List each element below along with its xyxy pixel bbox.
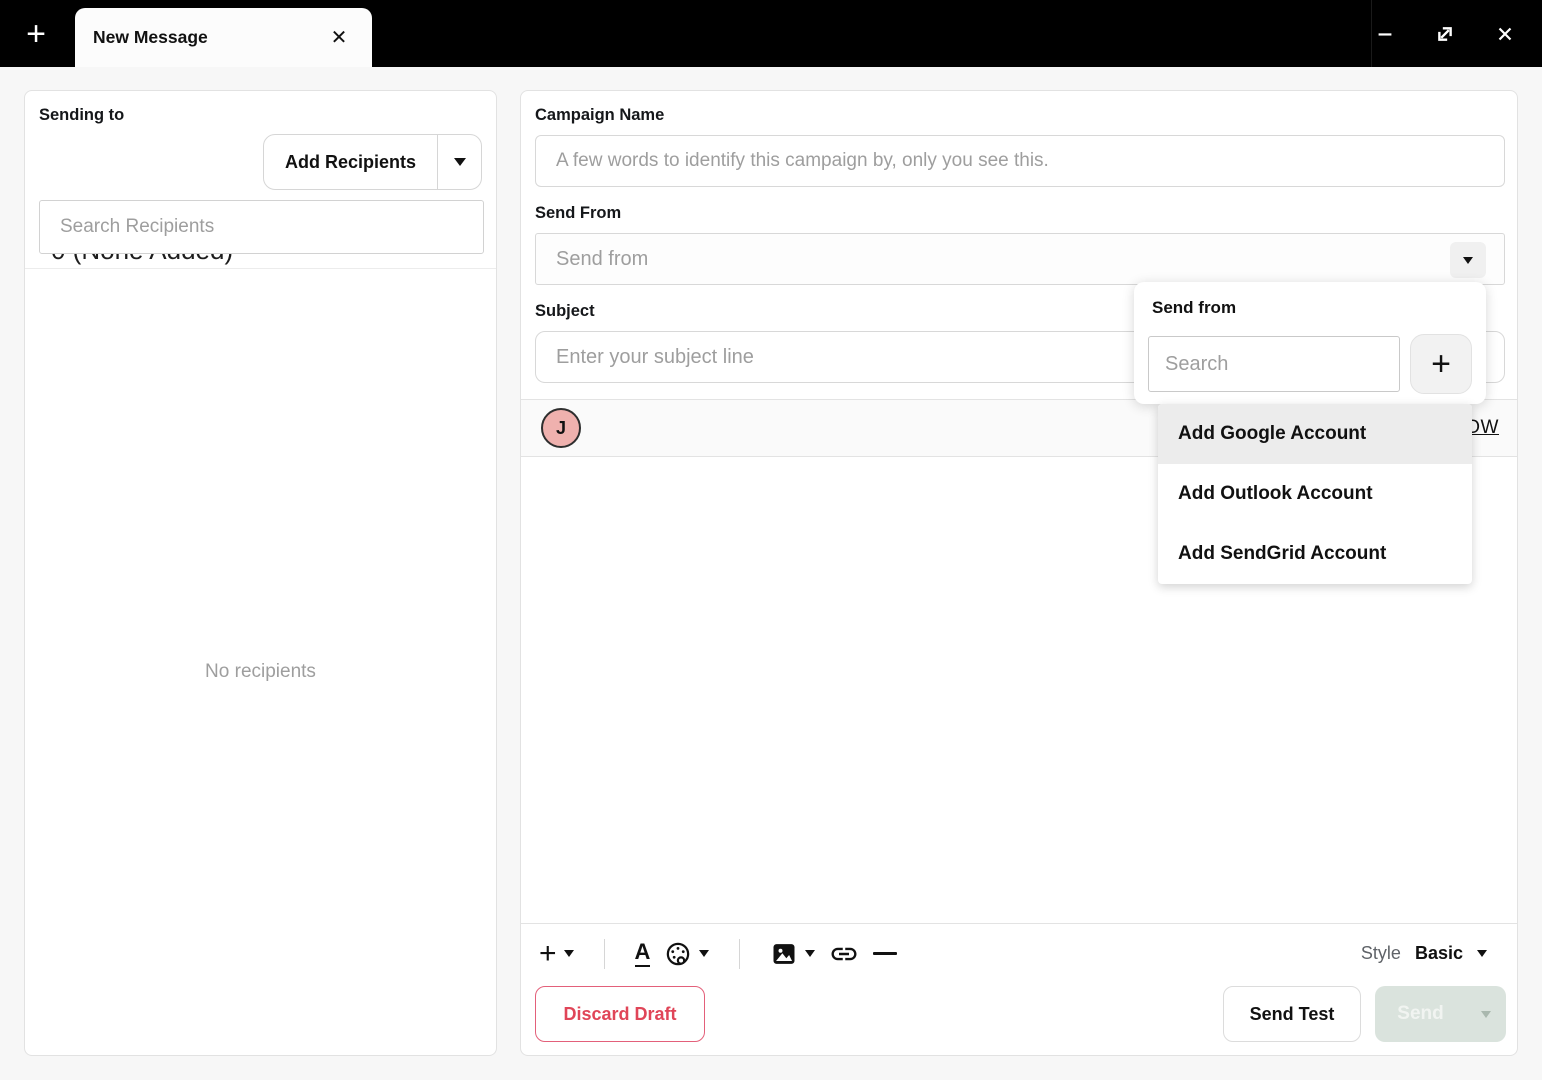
close-icon: [1498, 27, 1512, 40]
send-button-label: Send: [1397, 1003, 1444, 1024]
add-recipients-label: Add Recipients: [284, 151, 417, 172]
plus-icon: +: [26, 14, 46, 53]
chevron-down-icon: [1477, 950, 1487, 957]
color-palette-button[interactable]: [664, 940, 710, 968]
horizontal-rule-icon: [873, 952, 898, 955]
campaign-name-input[interactable]: [535, 135, 1505, 187]
minimize-icon: [1378, 32, 1392, 36]
menu-item-add-outlook-account[interactable]: Add Outlook Account: [1158, 464, 1472, 524]
add-recipients-dropdown[interactable]: [437, 135, 481, 189]
avatar[interactable]: J: [541, 408, 581, 448]
recipients-panel: Sending to 0 (None Added) Add Recipients…: [24, 90, 497, 1056]
close-icon: ✕: [330, 27, 348, 49]
toolbar-divider: [739, 938, 741, 969]
search-recipients-input[interactable]: [39, 200, 484, 254]
editor-toolbar: + A Style Basic: [521, 923, 1517, 983]
send-options-button[interactable]: [1466, 1010, 1506, 1018]
send-from-popover: Send from +: [1134, 282, 1486, 404]
plus-icon: +: [1431, 344, 1451, 383]
campaign-name-label: Campaign Name: [535, 106, 665, 124]
chevron-down-icon: [563, 950, 574, 957]
maximize-button[interactable]: [1426, 15, 1464, 53]
insert-link-button[interactable]: [829, 939, 859, 969]
send-test-button[interactable]: Send Test: [1223, 986, 1361, 1042]
discard-draft-button[interactable]: Discard Draft: [535, 986, 705, 1042]
panel-divider: [25, 268, 496, 269]
insert-button[interactable]: +: [539, 936, 574, 970]
menu-item-add-sendgrid-account[interactable]: Add SendGrid Account: [1158, 524, 1472, 584]
send-button[interactable]: Send: [1375, 986, 1506, 1042]
link-icon: [831, 947, 857, 960]
insert-image-button[interactable]: [770, 940, 816, 968]
insert-divider-button[interactable]: [873, 952, 898, 955]
tab-close-button[interactable]: ✕: [324, 23, 354, 53]
style-selector[interactable]: Style Basic: [1361, 943, 1487, 964]
send-from-label: Send From: [535, 204, 622, 222]
add-account-button[interactable]: +: [1410, 334, 1472, 394]
plus-icon: +: [539, 936, 557, 970]
tab-title: New Message: [93, 27, 208, 47]
chevron-down-icon: [1463, 256, 1473, 264]
style-value: Basic: [1414, 943, 1463, 963]
toolbar-divider: [603, 938, 605, 969]
send-from-placeholder: Send from: [556, 247, 649, 270]
style-label: Style: [1360, 943, 1401, 963]
palette-icon: [667, 942, 690, 965]
chevron-down-icon: [805, 950, 816, 957]
chevron-down-icon: [699, 950, 710, 957]
send-from-field[interactable]: Send from: [535, 233, 1505, 285]
subject-label: Subject: [535, 302, 595, 320]
window-titlebar: + New Message ✕: [0, 0, 1542, 67]
tab-new-message[interactable]: New Message ✕: [75, 8, 372, 67]
sending-to-label: Sending to: [39, 106, 125, 124]
minimize-button[interactable]: [1366, 15, 1404, 53]
new-tab-button[interactable]: +: [14, 12, 58, 56]
menu-item-add-google-account[interactable]: Add Google Account: [1158, 404, 1472, 464]
add-account-menu: Add Google Account Add Outlook Account A…: [1158, 404, 1472, 584]
expand-icon: [1438, 26, 1452, 41]
chevron-down-icon: [1481, 1010, 1491, 1018]
text-format-button[interactable]: A: [634, 940, 651, 967]
no-recipients-text: No recipients: [205, 661, 316, 682]
text-format-icon: A: [634, 940, 651, 967]
image-icon: [773, 943, 795, 964]
chevron-down-icon: [453, 158, 466, 166]
send-from-search-input[interactable]: [1148, 336, 1400, 392]
send-from-dropdown-button[interactable]: [1450, 242, 1486, 278]
window-controls: [1366, 0, 1532, 67]
send-from-popover-title: Send from: [1152, 298, 1237, 317]
close-window-button[interactable]: [1486, 15, 1524, 53]
add-recipients-button[interactable]: Add Recipients: [263, 134, 482, 190]
